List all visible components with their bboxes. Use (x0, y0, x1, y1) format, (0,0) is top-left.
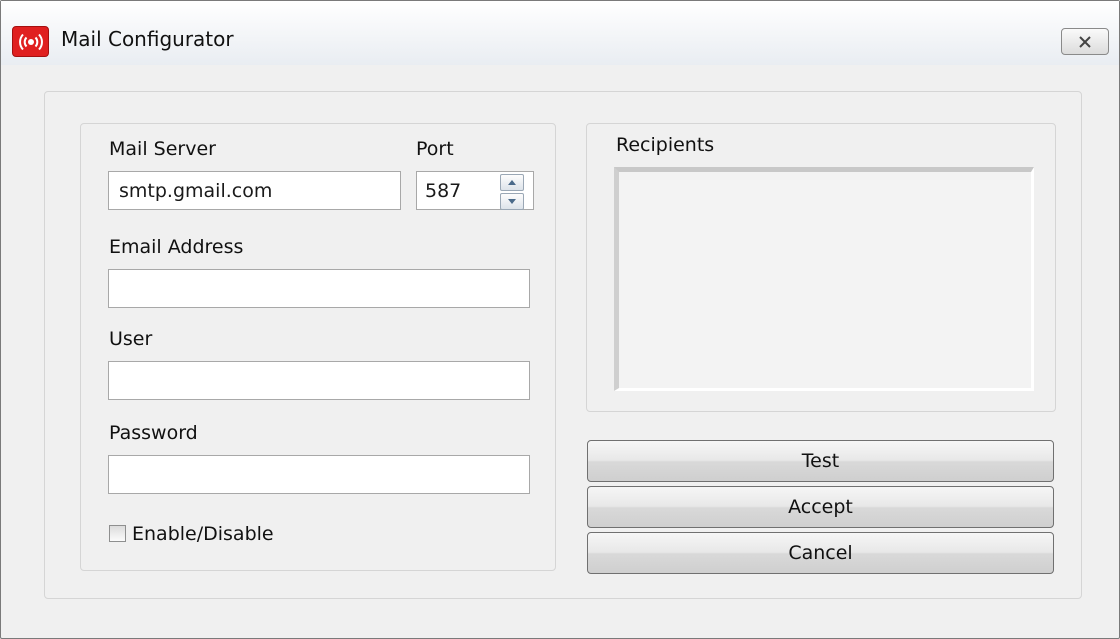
enable-disable-label[interactable]: Enable/Disable (132, 523, 274, 545)
close-button[interactable] (1061, 28, 1109, 55)
port-label: Port (416, 138, 454, 160)
spin-up-button[interactable] (500, 173, 524, 191)
window-title: Mail Configurator (61, 27, 234, 51)
port-spinner[interactable] (496, 170, 532, 213)
cancel-button[interactable]: Cancel (587, 532, 1054, 574)
recipients-label: Recipients (616, 134, 715, 156)
close-icon (1079, 35, 1091, 48)
password-label: Password (109, 422, 198, 444)
test-button[interactable]: Test (587, 440, 1054, 482)
title-bar[interactable]: Mail Configurator (1, 1, 1119, 65)
user-input[interactable] (108, 361, 530, 400)
recipients-list[interactable] (614, 167, 1034, 391)
email-address-input[interactable] (108, 269, 530, 308)
accept-button[interactable]: Accept (587, 486, 1054, 528)
arrow-up-icon (508, 179, 516, 185)
password-input[interactable] (108, 455, 530, 494)
broadcast-icon (12, 26, 49, 57)
arrow-down-icon (508, 198, 516, 204)
mail-server-label: Mail Server (109, 138, 216, 160)
port-value: 587 (425, 179, 462, 202)
spin-down-button[interactable] (500, 192, 524, 210)
user-label: User (109, 328, 153, 350)
mail-server-input[interactable]: smtp.gmail.com (108, 171, 401, 210)
email-address-label: Email Address (109, 236, 244, 258)
enable-checkbox[interactable] (109, 525, 126, 542)
